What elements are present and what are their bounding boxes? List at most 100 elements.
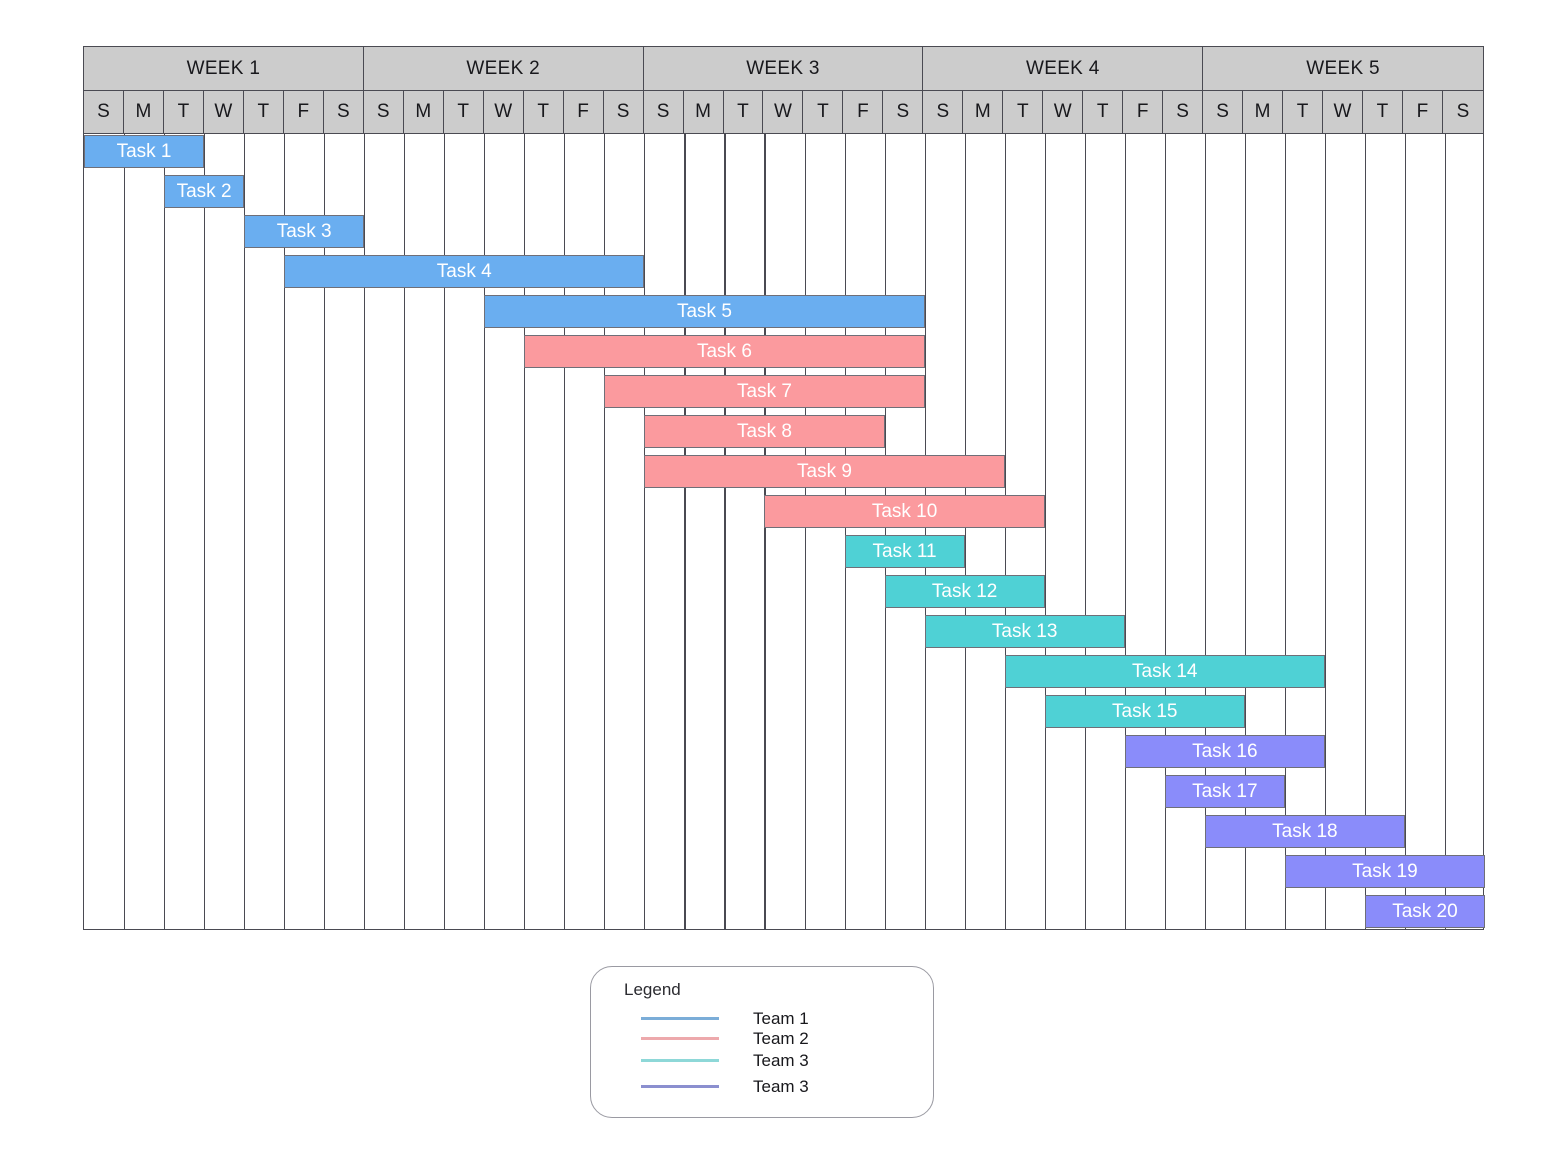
grid-line-vertical [1044,134,1046,929]
grid-line-vertical [524,134,526,929]
task-bar[interactable]: Task 4 [284,255,645,288]
grid-line-vertical [764,134,766,929]
task-bar-label: Task 15 [1112,700,1178,722]
task-bar-label: Task 3 [276,220,332,242]
task-bar-label: Task 19 [1352,860,1418,882]
task-bar-label: Task 1 [116,140,172,162]
day-header-cell: W [1323,91,1363,134]
grid-line-vertical [484,134,486,929]
task-bar-label: Task 8 [737,420,792,442]
day-header-cell: M [683,91,724,134]
task-bar[interactable]: Task 8 [644,415,885,448]
legend-entry[interactable]: Team 2 [641,1028,901,1049]
day-header-cell: S [1163,91,1204,134]
task-bar[interactable]: Task 13 [924,615,1125,648]
grid-line-vertical [724,134,726,929]
day-header-cell: S [643,91,684,134]
task-bar[interactable]: Task 1 [84,135,205,168]
task-bar-label: Task 4 [436,260,492,282]
grid-line-vertical [804,134,806,929]
grid-line-vertical [684,134,686,929]
grid-line-vertical [1364,134,1366,929]
grid-line-vertical [604,134,606,929]
grid-line-vertical [404,134,406,929]
gantt-grid: WEEK 1 WEEK 2 WEEK 3 WEEK 4 WEEK 5 SMTWTFSSM… [83,46,1485,930]
grid-line-vertical [164,134,166,929]
day-header-cell: S [1203,91,1244,134]
week-header-cell: WEEK 1 [84,47,364,91]
task-bar[interactable]: Task 9 [644,455,1005,488]
grid-line-vertical [324,134,326,929]
legend-color-swatch-icon [641,1059,719,1062]
day-header-cell: F [283,91,324,134]
day-header-cell: M [963,91,1004,134]
legend-color-swatch-icon [641,1037,719,1040]
day-header-cell: S [323,91,364,134]
legend-box: Legend Team 1 Team 2 Team 3 Team 3 [590,966,934,1118]
task-bar[interactable]: Task 6 [524,335,925,368]
legend-entry-label: Team 1 [753,1008,809,1028]
task-bar[interactable]: Task 19 [1284,855,1485,888]
task-bar-label: Task 2 [176,180,232,202]
task-bar-label: Task 18 [1272,820,1338,842]
legend-entry-label: Team 2 [753,1028,809,1048]
legend-entry[interactable]: Team 1 [641,1008,901,1029]
grid-line-vertical [1004,134,1006,929]
day-header-cell: T [243,91,284,134]
day-header-cell: M [123,91,164,134]
grid-line-vertical [1164,134,1166,929]
task-bar[interactable]: Task 17 [1164,775,1285,808]
day-header-cell: W [483,91,524,134]
day-header-cell: F [843,91,884,134]
week-header-row: WEEK 1 WEEK 2 WEEK 3 WEEK 4 WEEK 5 [84,47,1483,91]
task-bar-label: Task 10 [871,500,938,522]
task-bar[interactable]: Task 2 [164,175,245,208]
task-bar-label: Task 7 [737,380,792,402]
day-header-row: SMTWTFSSMTWTFSSMTWTFSSMTWTFSSMTWTFS [84,91,1483,134]
task-bar[interactable]: Task 10 [764,495,1045,528]
day-header-cell: F [1123,91,1164,134]
task-bar[interactable]: Task 16 [1124,735,1325,768]
day-header-cell: T [1363,91,1403,134]
legend-color-swatch-icon [641,1017,719,1020]
task-bar[interactable]: Task 14 [1004,655,1325,688]
task-bar[interactable]: Task 5 [484,295,925,328]
task-bar[interactable]: Task 15 [1044,695,1245,728]
legend-entry[interactable]: Team 3 [641,1050,901,1071]
day-header-cell: S [603,91,644,134]
day-header-cell: T [1083,91,1124,134]
day-header-cell: T [1283,91,1324,134]
day-header-cell: S [883,91,924,134]
week-header-cell: WEEK 5 [1203,47,1483,91]
task-bar[interactable]: Task 18 [1204,815,1405,848]
grid-line-vertical [1324,134,1326,929]
day-header-cell: T [803,91,844,134]
day-header-cell: S [923,91,964,134]
day-header-cell: S [84,91,124,134]
grid-line-vertical [1204,134,1206,929]
gantt-chart-page: WEEK 1 WEEK 2 WEEK 3 WEEK 4 WEEK 5 SMTWTFSSM… [0,0,1558,1169]
task-bar-label: Task 14 [1132,660,1198,682]
legend-entry-label: Team 3 [753,1076,809,1096]
grid-line-vertical [1404,134,1407,929]
day-header-cell: T [443,91,484,134]
task-bar[interactable]: Task 3 [244,215,365,248]
task-bar-label: Task 6 [696,340,752,362]
task-bar-label: Task 12 [931,580,998,602]
grid-line-vertical [1284,134,1286,929]
task-bar[interactable]: Task 11 [844,535,965,568]
task-bar[interactable]: Task 12 [884,575,1045,608]
day-header-cell: W [203,91,244,134]
grid-line-vertical [124,134,126,929]
task-bar[interactable]: Task 7 [604,375,925,408]
grid-line-vertical [844,134,846,929]
day-header-cell: S [363,91,404,134]
day-header-cell: T [523,91,564,134]
day-header-cell: M [403,91,444,134]
legend-entry[interactable]: Team 3 [641,1076,901,1097]
task-bar-label: Task 11 [872,540,937,562]
day-header-cell: T [1003,91,1044,134]
week-header-cell: WEEK 3 [643,47,924,91]
grid-line-vertical [644,134,646,929]
task-bar[interactable]: Task 20 [1364,895,1485,928]
